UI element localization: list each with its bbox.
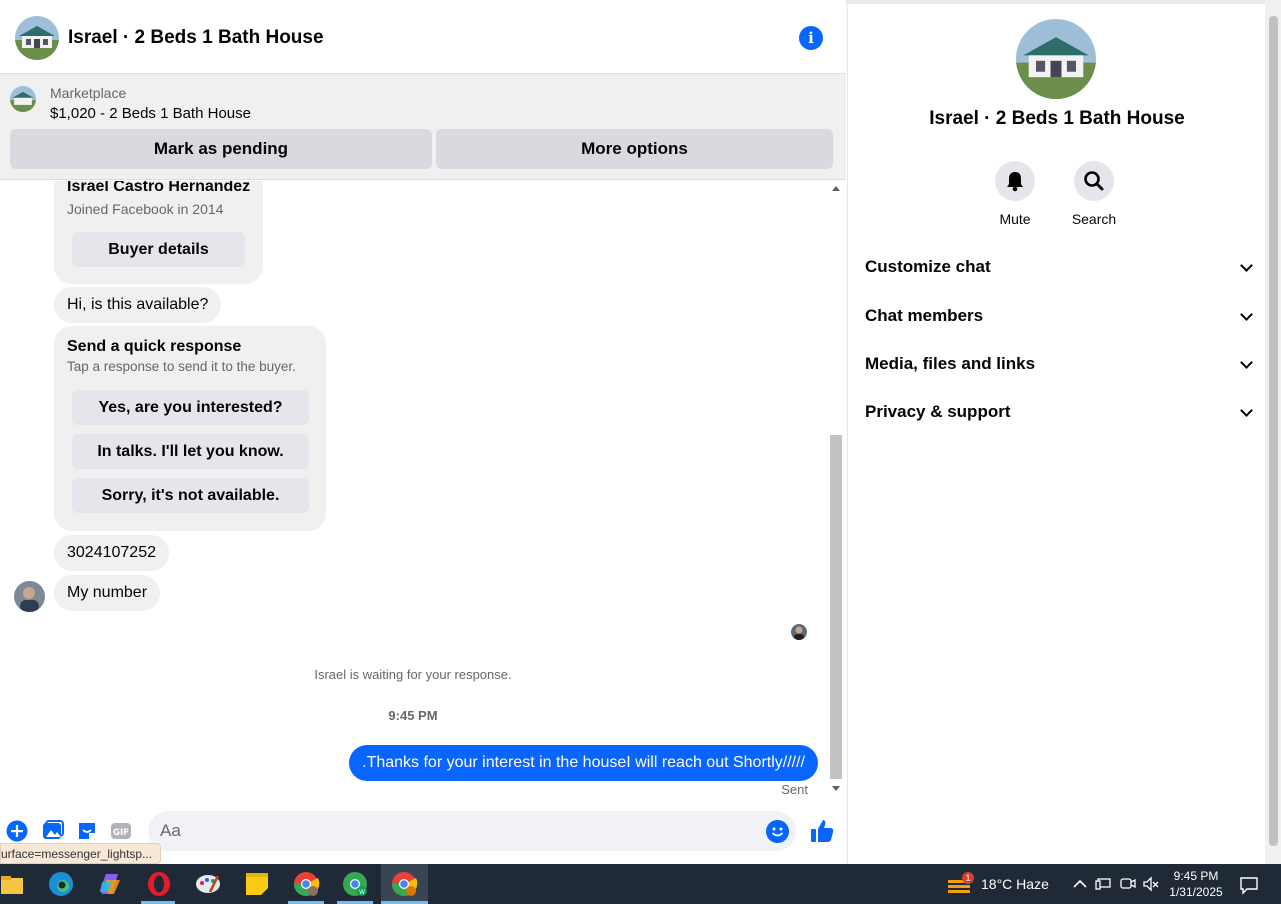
network-icon[interactable] xyxy=(1095,875,1113,893)
quick-response-in-talks[interactable]: In talks. I'll let you know. xyxy=(72,434,309,469)
chevron-up-icon[interactable] xyxy=(1071,875,1089,893)
opera-icon[interactable] xyxy=(143,868,175,900)
chevron-down-icon xyxy=(1240,356,1253,369)
mute-label: Mute xyxy=(999,211,1031,227)
chevron-down-icon xyxy=(1240,259,1253,272)
message-status: Sent xyxy=(781,782,808,797)
section-label: Media, files and links xyxy=(865,354,1036,373)
buyer-name: Israel Castro Hernandez xyxy=(67,181,251,195)
volume-muted-icon[interactable] xyxy=(1142,875,1160,893)
scroll-down-arrow[interactable] xyxy=(832,786,840,791)
clock-date: 1/31/2025 xyxy=(1169,885,1223,899)
window-scrollbar-thumb[interactable] xyxy=(1269,16,1278,846)
plus-circle-icon[interactable] xyxy=(6,820,28,842)
search-label: Search xyxy=(1071,211,1117,227)
chevron-down-icon xyxy=(1240,404,1253,417)
customize-chat-row[interactable]: Customize chat xyxy=(865,247,1255,287)
taskbar-clock[interactable]: 9:45 PM 1/31/2025 xyxy=(1168,868,1224,900)
message-list[interactable]: Israel Castro Hernandez Joined Facebook … xyxy=(0,181,828,797)
quick-response-yes[interactable]: Yes, are you interested? xyxy=(72,390,309,425)
sticky-notes-icon[interactable] xyxy=(241,868,273,900)
message-bubble-number: 3024107252 xyxy=(54,535,169,571)
sticker-icon[interactable] xyxy=(76,820,98,842)
quick-response-not-available[interactable]: Sorry, it's not available. xyxy=(72,478,309,513)
chrome-work-profile-icon[interactable]: W xyxy=(339,868,371,900)
buyer-joined: Joined Facebook in 2014 xyxy=(67,201,224,217)
search-button[interactable]: Search xyxy=(1064,161,1124,227)
house-avatar[interactable] xyxy=(15,16,59,60)
chat-header: Israel · 2 Beds 1 Bath House i xyxy=(0,4,846,74)
marketplace-banner: Marketplace $1,020 - 2 Beds 1 Bath House… xyxy=(0,74,846,180)
buyer-details-button[interactable]: Buyer details xyxy=(72,232,245,267)
mark-as-pending-button[interactable]: Mark as pending xyxy=(10,129,432,169)
buyer-card: Israel Castro Hernandez Joined Facebook … xyxy=(54,181,263,284)
marketplace-label: Marketplace xyxy=(50,85,127,101)
gif-icon[interactable]: GIF xyxy=(110,820,132,842)
clock-time: 9:45 PM xyxy=(1173,869,1219,883)
notifications-icon[interactable] xyxy=(1239,875,1259,895)
chat-scrollbar-thumb[interactable] xyxy=(830,435,842,779)
listing-title[interactable]: $1,020 - 2 Beds 1 Bath House xyxy=(50,105,251,122)
weather-badge: 1 xyxy=(962,872,974,884)
more-options-button[interactable]: More options xyxy=(436,129,833,169)
waiting-notice: Israel is waiting for your response. xyxy=(314,667,512,682)
chrome-profile-icon[interactable] xyxy=(290,868,322,900)
message-bubble-my-number: My number xyxy=(54,575,161,611)
edge-icon[interactable] xyxy=(45,868,77,900)
listing-thumbnail[interactable] xyxy=(10,86,36,112)
chat-info-panel: Israel · 2 Beds 1 Bath House Mute Search… xyxy=(847,4,1265,864)
paint-icon[interactable] xyxy=(192,868,224,900)
search-icon xyxy=(1084,171,1104,191)
mute-circle xyxy=(995,161,1035,201)
weather-text[interactable]: 18°C Haze xyxy=(981,876,1049,892)
media-files-links-row[interactable]: Media, files and links xyxy=(865,344,1255,384)
meet-now-icon[interactable] xyxy=(1119,875,1137,893)
svg-text:GIF: GIF xyxy=(113,828,129,838)
read-receipt-avatar xyxy=(791,624,807,640)
section-label: Customize chat xyxy=(865,257,991,276)
chevron-down-icon xyxy=(1240,308,1253,321)
mute-button[interactable]: Mute xyxy=(985,161,1045,227)
emoji-icon[interactable] xyxy=(766,820,789,843)
status-url-tooltip: urface=messenger_lightsp... xyxy=(0,843,162,864)
outgoing-message: .Thanks for your interest in the houseI … xyxy=(349,745,818,781)
taskbar: W 1 18°C Haze 9:45 PM 1/31/2025 xyxy=(0,864,1281,904)
message-input[interactable] xyxy=(148,811,796,851)
section-label: Privacy & support xyxy=(865,402,1011,421)
chat-title: Israel · 2 Beds 1 Bath House xyxy=(68,27,324,48)
info-icon[interactable]: i xyxy=(799,26,823,50)
search-circle xyxy=(1074,161,1114,201)
panel-title: Israel · 2 Beds 1 Bath House xyxy=(929,108,1185,129)
chat-column: Israel · 2 Beds 1 Bath House i Marketpla… xyxy=(0,0,846,864)
sender-avatar[interactable] xyxy=(14,581,45,612)
svg-text:W: W xyxy=(359,889,365,896)
scroll-up-arrow[interactable] xyxy=(832,186,840,191)
section-label: Chat members xyxy=(865,306,984,325)
quick-response-subtitle: Tap a response to send it to the buyer. xyxy=(67,359,296,374)
app-root: Israel · 2 Beds 1 Bath House i Marketpla… xyxy=(0,0,1281,904)
chrome-active-icon[interactable] xyxy=(388,868,420,900)
bell-icon xyxy=(1007,172,1023,192)
privacy-support-row[interactable]: Privacy & support xyxy=(865,392,1255,432)
copilot-icon[interactable] xyxy=(94,868,126,900)
panel-avatar[interactable] xyxy=(1016,19,1096,99)
window-scrollbar[interactable] xyxy=(1265,0,1281,864)
message-bubble: Hi, is this available? xyxy=(54,287,222,323)
quick-response-title: Send a quick response xyxy=(67,338,242,355)
thumbs-up-icon[interactable] xyxy=(809,818,835,844)
message-timestamp: 9:45 PM xyxy=(388,708,438,723)
quick-response-card: Send a quick response Tap a response to … xyxy=(54,326,326,531)
chat-members-row[interactable]: Chat members xyxy=(865,296,1255,336)
file-explorer-icon[interactable] xyxy=(0,868,32,900)
photo-icon[interactable] xyxy=(42,820,64,842)
